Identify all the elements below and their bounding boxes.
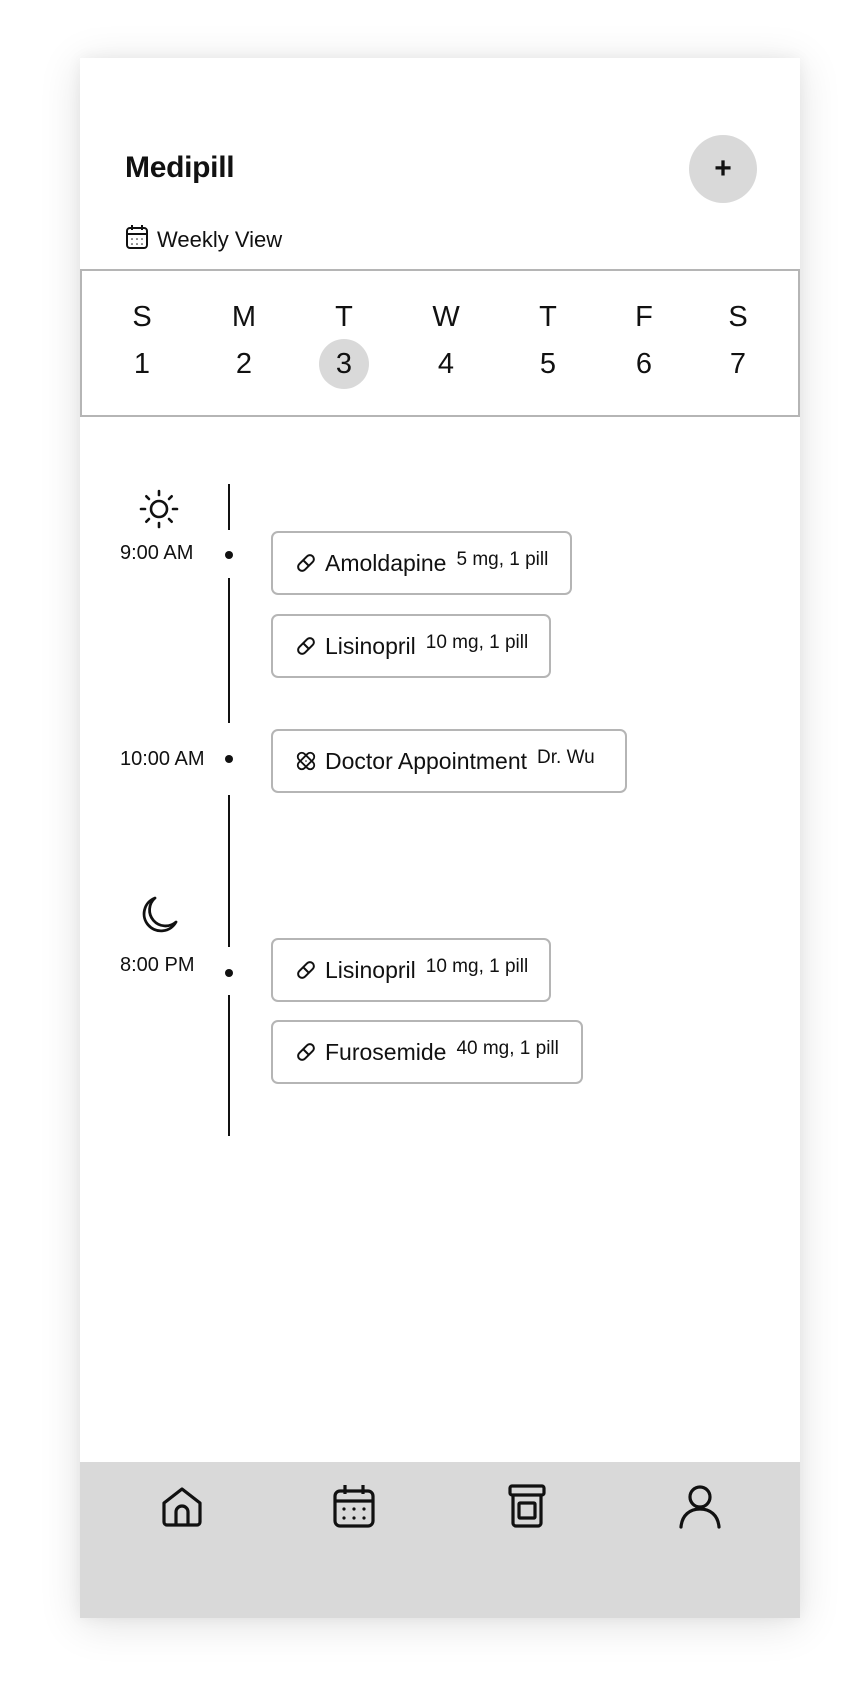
day-letter: F <box>635 301 653 333</box>
event-detail: 10 mg, 1 pill <box>425 632 529 653</box>
day-letter: S <box>132 301 152 333</box>
bottom-nav <box>80 1462 800 1618</box>
event-detail: 5 mg, 1 pill <box>456 549 549 570</box>
bandage-icon <box>295 750 317 772</box>
day-number: 7 <box>729 348 747 380</box>
day-number: 1 <box>133 348 151 380</box>
day-letter: M <box>231 301 257 333</box>
day-wednesday[interactable]: W 4 <box>416 271 476 415</box>
time-label: 10:00 AM <box>120 748 205 770</box>
weekly-view-toggle[interactable]: Weekly View <box>125 224 282 256</box>
event-card[interactable]: Lisinopril 10 mg, 1 pill <box>271 614 551 678</box>
pill-icon <box>295 635 317 657</box>
day-friday[interactable]: F 6 <box>614 271 674 415</box>
event-card[interactable]: Furosemide 40 mg, 1 pill <box>271 1020 583 1084</box>
day-letter: S <box>728 301 748 333</box>
event-name: Lisinopril <box>325 632 416 659</box>
day-sunday[interactable]: S 1 <box>112 271 172 415</box>
day-number: 6 <box>635 348 653 380</box>
time-label: 9:00 AM <box>120 542 194 564</box>
event-name: Furosemide <box>325 1038 447 1065</box>
timeline-line <box>228 484 230 530</box>
moon-icon <box>138 894 180 941</box>
timeline-dot <box>225 755 233 763</box>
event-name: Doctor Appointment <box>325 747 528 774</box>
timeline-line <box>228 578 230 723</box>
event-name: Amoldapine <box>325 549 447 576</box>
home-icon[interactable] <box>158 1482 206 1530</box>
week-strip: S 1 M 2 T 3 W 4 T 5 F 6 S 7 <box>80 269 800 417</box>
day-letter: T <box>539 301 557 333</box>
timeline-line <box>228 995 230 1136</box>
phone-screen: Medipill + Weekly View S 1 M 2 T 3 W 4 T… <box>80 58 800 1618</box>
event-detail: 40 mg, 1 pill <box>456 1038 559 1059</box>
calendar-icon[interactable] <box>330 1482 378 1530</box>
pill-bottle-icon[interactable] <box>503 1482 551 1530</box>
time-label: 8:00 PM <box>120 954 195 976</box>
day-letter: T <box>335 301 353 333</box>
day-number-selected: 3 <box>319 339 369 389</box>
pill-icon <box>295 552 317 574</box>
day-tuesday[interactable]: T 3 <box>314 271 374 415</box>
day-thursday[interactable]: T 5 <box>518 271 578 415</box>
timeline-dot <box>225 969 233 977</box>
event-detail: Dr. Wu <box>537 747 595 768</box>
day-number: 4 <box>437 348 455 380</box>
weekly-view-label: Weekly View <box>157 227 283 252</box>
calendar-icon <box>125 224 149 256</box>
event-detail: 10 mg, 1 pill <box>425 956 529 977</box>
profile-icon[interactable] <box>676 1482 724 1530</box>
event-card[interactable]: Doctor Appointment Dr. Wu <box>271 729 627 793</box>
event-name: Lisinopril <box>325 956 416 983</box>
day-number: 2 <box>235 348 253 380</box>
day-number: 5 <box>539 348 557 380</box>
timeline-line <box>228 795 230 947</box>
event-card[interactable]: Amoldapine 5 mg, 1 pill <box>271 531 572 595</box>
app-title: Medipill <box>125 151 235 184</box>
sun-icon <box>138 488 180 535</box>
day-saturday[interactable]: S 7 <box>708 271 768 415</box>
add-button[interactable]: + <box>689 135 757 203</box>
event-card[interactable]: Lisinopril 10 mg, 1 pill <box>271 938 551 1002</box>
day-letter: W <box>432 301 460 333</box>
pill-icon <box>295 959 317 981</box>
day-monday[interactable]: M 2 <box>214 271 274 415</box>
timeline-dot <box>225 551 233 559</box>
pill-icon <box>295 1041 317 1063</box>
